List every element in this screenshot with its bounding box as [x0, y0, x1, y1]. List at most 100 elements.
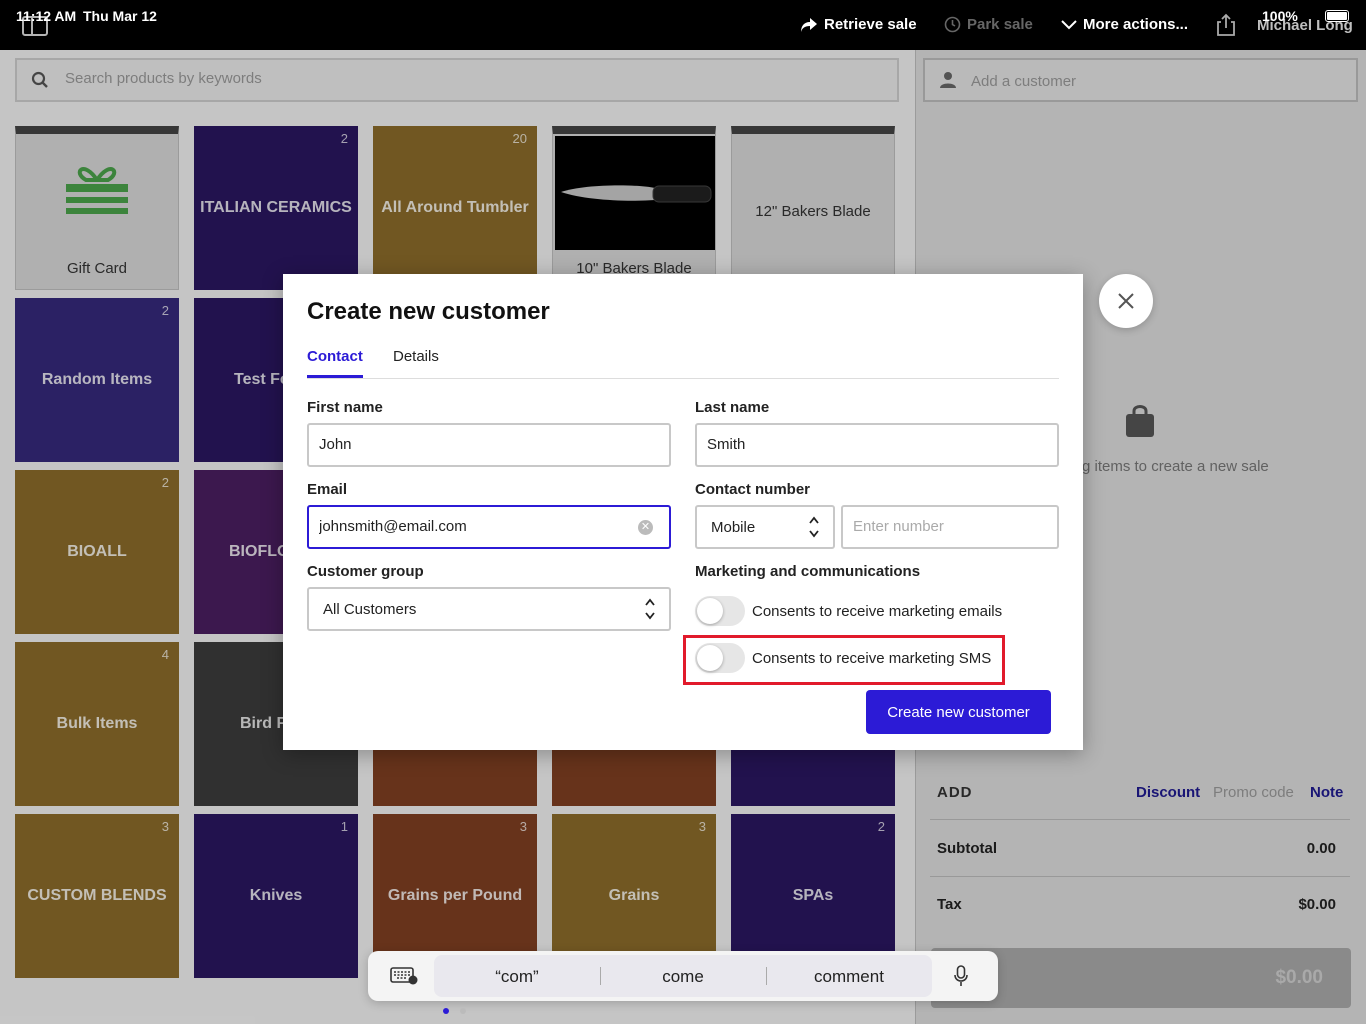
marketing-label: Marketing and communications — [695, 563, 921, 580]
tax-row: Tax $0.00 — [930, 877, 1350, 933]
discount-link[interactable]: Discount — [1136, 784, 1200, 801]
tile-label: Random Items — [41, 371, 153, 388]
cart-add-row: ADD Discount Promo code Note — [930, 770, 1350, 820]
park-sale-button[interactable]: Park sale — [944, 16, 1033, 33]
tile-12-bakers-blade[interactable]: 12" Bakers Blade — [731, 126, 895, 290]
create-customer-modal: Create new customer Contact Details Firs… — [283, 274, 1083, 750]
tile-count: 3 — [698, 819, 706, 834]
status-date: Thu Mar 12 — [83, 8, 157, 24]
tile-count: 2 — [161, 303, 169, 318]
tile-label: Knives — [249, 887, 303, 904]
tile-count: 1 — [340, 819, 348, 834]
tile-label: SPAs — [792, 887, 834, 904]
last-name-field[interactable] — [695, 423, 1059, 467]
phone-number-field[interactable] — [841, 505, 1059, 549]
tile-custom-blends[interactable]: 3 CUSTOM BLENDS — [15, 814, 179, 978]
create-customer-button[interactable]: Create new customer — [866, 690, 1051, 734]
tax-value: $0.00 — [1298, 896, 1336, 913]
tile-count: 20 — [512, 131, 527, 146]
subtotal-label: Subtotal — [937, 840, 997, 857]
search-icon — [31, 71, 48, 88]
page-dot-active — [443, 1008, 449, 1014]
up-down-chevron-icon — [809, 516, 819, 538]
chevron-down-icon — [1061, 19, 1077, 29]
last-name-input[interactable] — [707, 436, 995, 453]
tile-label: All Around Tumbler — [381, 199, 529, 216]
tile-all-around-tumbler[interactable]: 20 All Around Tumbler — [373, 126, 537, 290]
tab-contact[interactable]: Contact — [307, 348, 363, 378]
suggestion-1[interactable]: “com” — [434, 967, 600, 987]
tile-count: 2 — [877, 819, 885, 834]
suggestion-2[interactable]: come — [600, 967, 766, 987]
close-modal-button[interactable] — [1099, 274, 1153, 328]
park-sale-label: Park sale — [967, 16, 1033, 33]
tile-label: Bulk Items — [56, 715, 138, 732]
suggestion-3[interactable]: comment — [766, 967, 932, 987]
customer-group-select[interactable]: All Customers — [307, 587, 671, 631]
tile-gift-card[interactable]: Gift Card — [15, 126, 179, 290]
tile-knives[interactable]: 1 Knives — [194, 814, 358, 978]
suggestion-area: “com” come comment — [434, 955, 932, 997]
product-search[interactable] — [15, 58, 899, 102]
microphone-icon[interactable] — [954, 965, 968, 987]
tile-count: 4 — [161, 647, 169, 662]
tile-count: 2 — [161, 475, 169, 490]
page-indicator — [443, 1008, 466, 1014]
tile-bulk-items[interactable]: 4 Bulk Items — [15, 642, 179, 806]
tile-count: 2 — [340, 131, 348, 146]
first-name-field[interactable] — [307, 423, 671, 467]
clear-icon[interactable]: ✕ — [638, 520, 653, 535]
up-down-chevron-icon — [645, 598, 655, 620]
phone-type-value: Mobile — [711, 519, 756, 536]
tile-label: Gift Card — [66, 260, 127, 277]
tile-label: BIOFLO — [229, 543, 290, 560]
share-icon[interactable] — [1215, 13, 1237, 37]
tile-label: CUSTOM BLENDS — [27, 887, 167, 904]
email-field[interactable]: ✕ — [307, 505, 671, 549]
close-icon — [1118, 293, 1134, 309]
empty-cart-hint: g items to create a new sale — [1082, 458, 1269, 475]
email-label: Email — [307, 481, 348, 498]
tile-random-items[interactable]: 2 Random Items — [15, 298, 179, 462]
retrieve-sale-label: Retrieve sale — [824, 16, 917, 33]
tile-label: 12" Bakers Blade — [755, 203, 871, 220]
modal-tabs: Contact Details — [307, 346, 1059, 379]
keyboard-icon[interactable] — [390, 967, 418, 985]
consent-email-toggle[interactable] — [695, 596, 745, 626]
person-icon — [940, 72, 956, 88]
shopping-bag-icon — [1126, 405, 1154, 437]
page-dot — [460, 1008, 466, 1014]
phone-number-input[interactable] — [853, 518, 1025, 535]
first-name-input[interactable] — [319, 436, 607, 453]
retrieve-sale-button[interactable]: Retrieve sale — [800, 16, 917, 33]
tile-italian-ceramics[interactable]: 2 ITALIAN CERAMICS — [194, 126, 358, 290]
subtotal-value: 0.00 — [1306, 840, 1336, 857]
promo-code-link[interactable]: Promo code — [1213, 784, 1294, 801]
first-name-label: First name — [307, 399, 383, 416]
search-input[interactable] — [65, 70, 865, 87]
gift-icon — [66, 167, 128, 214]
subtotal-row: Subtotal 0.00 — [930, 821, 1350, 877]
add-customer-field[interactable]: Add a customer — [923, 58, 1358, 102]
share-arrow-icon — [801, 17, 817, 32]
tile-label: BIOALL — [67, 543, 127, 560]
customer-group-label: Customer group — [307, 563, 424, 580]
tab-details[interactable]: Details — [393, 348, 439, 375]
tile-label: Grains — [608, 887, 660, 904]
more-actions-button[interactable]: More actions... — [1061, 16, 1188, 33]
tile-10-bakers-blade[interactable]: 10" Bakers Blade — [552, 126, 716, 290]
add-label: ADD — [937, 784, 973, 801]
more-actions-label: More actions... — [1083, 16, 1189, 33]
phone-type-select[interactable]: Mobile — [695, 505, 835, 549]
consent-email-label: Consents to receive marketing emails — [752, 603, 1003, 620]
clock-icon — [944, 16, 961, 33]
note-link[interactable]: Note — [1310, 784, 1343, 801]
tile-label: Grains per Pound — [387, 887, 523, 904]
knife-icon — [561, 185, 712, 203]
knife-image — [555, 136, 715, 250]
consent-sms-toggle[interactable] — [695, 643, 745, 673]
consent-sms-label: Consents to receive marketing SMS — [752, 650, 992, 667]
pay-amount: $0.00 — [1275, 967, 1323, 988]
tile-bioall[interactable]: 2 BIOALL — [15, 470, 179, 634]
email-input[interactable] — [319, 518, 607, 535]
